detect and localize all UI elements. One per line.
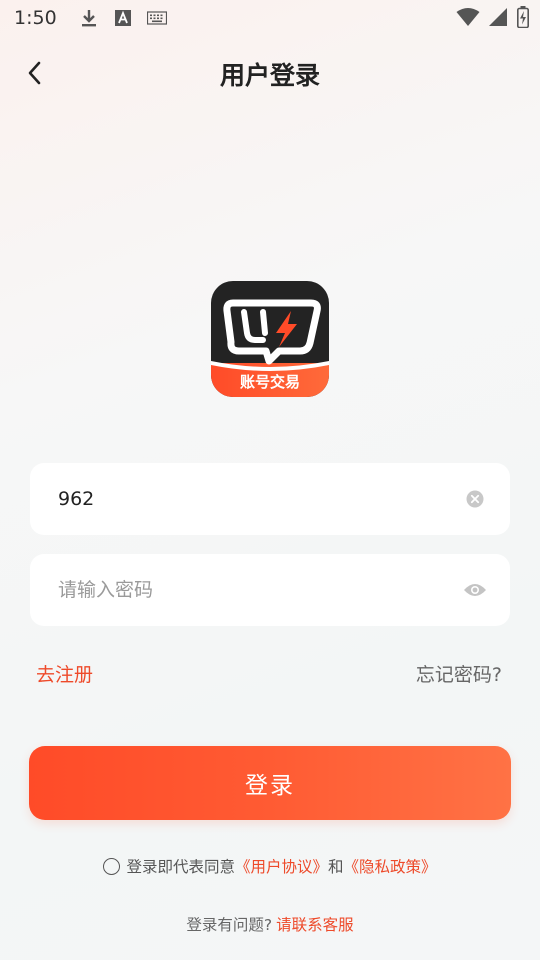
download-icon — [79, 7, 99, 29]
status-icons-right — [456, 6, 530, 28]
nav-bar: 用户登录 — [0, 48, 540, 98]
username-input[interactable] — [58, 488, 460, 510]
password-input[interactable] — [58, 579, 460, 601]
contact-service-link[interactable]: 请联系客服 — [276, 913, 354, 935]
wifi-icon — [456, 6, 480, 28]
battery-icon — [516, 6, 530, 28]
privacy-policy-link[interactable]: 《隐私政策》 — [344, 855, 437, 877]
help-question: 登录有问题? — [186, 916, 273, 934]
agreement-conjunction: 和 — [328, 858, 344, 876]
status-icons-left — [79, 7, 167, 29]
agree-radio[interactable] — [103, 857, 121, 875]
clear-circle-icon[interactable] — [460, 484, 490, 514]
help-row: 登录有问题? 请联系客服 — [0, 911, 540, 937]
eye-icon[interactable] — [460, 575, 490, 605]
keyboard-icon — [146, 7, 167, 29]
agreement-prefix: 登录即代表同意 — [126, 858, 235, 876]
password-field[interactable] — [30, 554, 510, 626]
page-title: 用户登录 — [219, 61, 320, 90]
app-logo: 账号交易 — [211, 281, 329, 397]
forgot-password-link[interactable]: 忘记密码? — [416, 660, 502, 687]
status-time: 1:50 — [14, 7, 57, 29]
username-field[interactable] — [30, 463, 510, 535]
app-logo-graphic: 账号交易 — [211, 281, 329, 397]
link-row: 去注册 忘记密码? — [36, 658, 502, 688]
user-agreement-link[interactable]: 《用户协议》 — [235, 855, 328, 877]
status-bar: 1:50 — [0, 0, 540, 36]
login-button[interactable]: 登录 — [29, 746, 511, 820]
signal-icon — [488, 6, 508, 28]
register-link[interactable]: 去注册 — [36, 660, 93, 687]
agreement-row: 登录即代表同意 《用户协议》 和 《隐私政策》 — [0, 853, 540, 879]
a-badge-icon — [113, 7, 133, 29]
logo-caption: 账号交易 — [240, 373, 300, 391]
